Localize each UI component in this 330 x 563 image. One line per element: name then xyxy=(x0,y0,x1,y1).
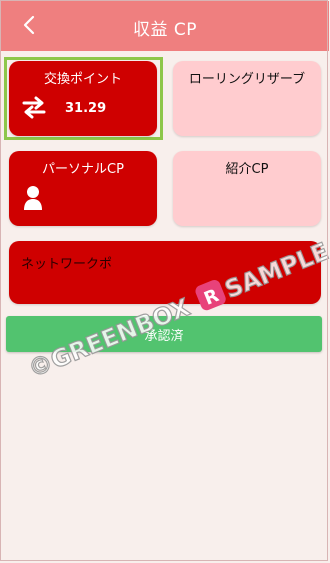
app-header: 収益 CP xyxy=(1,1,329,51)
referral-cp-card[interactable]: 紹介CP xyxy=(173,151,321,226)
personal-cp-label: パーソナルCP xyxy=(42,162,124,177)
network-cp-card[interactable]: ネットワークポ xyxy=(9,241,321,304)
approved-button-label: 承認済 xyxy=(144,328,184,344)
personal-cp-card[interactable]: パーソナルCP xyxy=(9,151,157,226)
referral-cp-label: 紹介CP xyxy=(225,162,269,177)
rolling-reserve-label: ローリングリザーブ xyxy=(188,72,306,87)
exchange-points-label: 交換ポイント xyxy=(43,72,122,87)
page-title: 収益 CP xyxy=(132,20,198,40)
rolling-reserve-card[interactable]: ローリングリザーブ xyxy=(173,61,321,136)
exchange-points-value: 31.29 xyxy=(65,101,107,116)
person-icon xyxy=(24,186,42,210)
approved-button[interactable]: 承認済 xyxy=(6,316,322,352)
network-cp-label: ネットワークポ xyxy=(21,257,113,272)
swap-arrows-icon xyxy=(22,96,46,119)
exchange-points-card[interactable]: 交換ポイント 31.29 xyxy=(9,61,157,136)
